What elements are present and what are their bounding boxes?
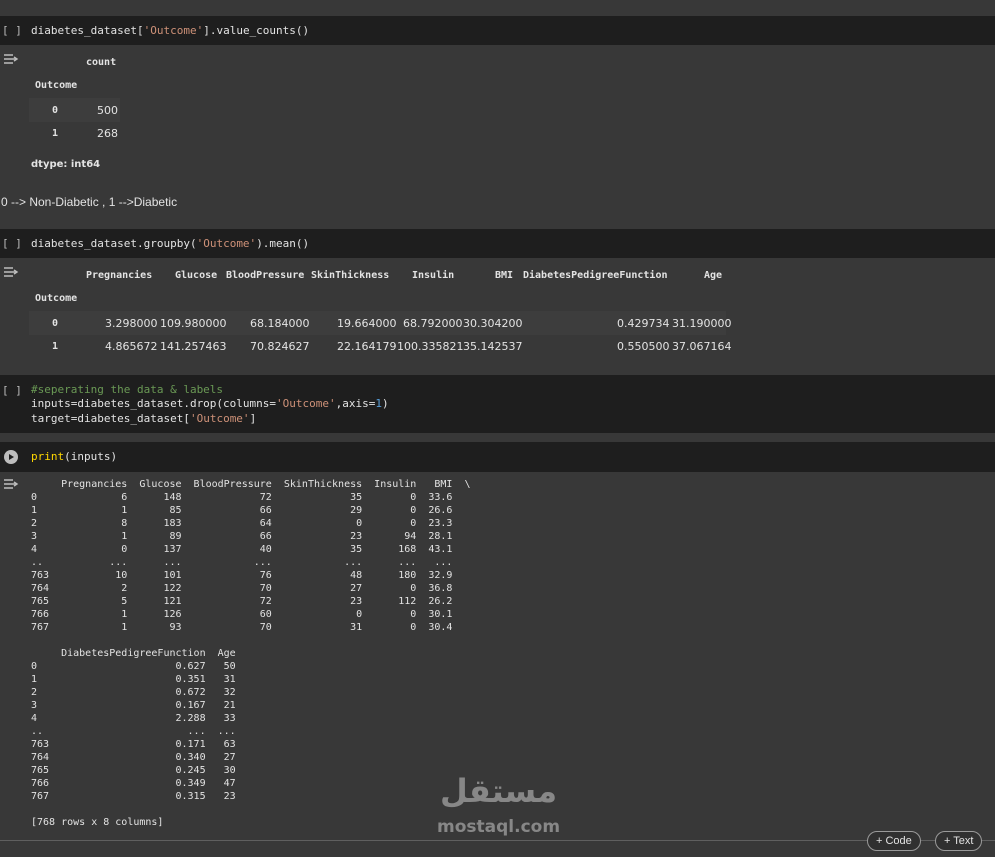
print-output-line: 0 0.627 50 xyxy=(31,661,236,672)
print-output-line: 0 6 148 72 35 0 33.6 xyxy=(31,492,453,503)
cell-4-source[interactable]: print(inputs) xyxy=(31,449,117,464)
table-row-value: 268 xyxy=(97,127,118,140)
cell-value: 70.824627 xyxy=(250,340,310,353)
print-output-line: 3 0.167 21 xyxy=(31,700,236,711)
print-output-line: 765 5 121 72 23 112 26.2 xyxy=(31,596,453,607)
run-button-cell-3[interactable]: [ ] xyxy=(2,384,22,397)
code-cell-2[interactable]: [ ] diabetes_dataset.groupby('Outcome').… xyxy=(0,229,995,258)
cell-value: 100.335821 xyxy=(397,340,464,353)
print-output-line: 763 0.171 63 xyxy=(31,739,236,750)
table-row-value: 500 xyxy=(97,104,118,117)
run-button-cell-2[interactable]: [ ] xyxy=(2,237,22,250)
cell-value: 4.865672 xyxy=(105,340,158,353)
cell-value: 35.142537 xyxy=(463,340,523,353)
code-cell-1[interactable]: [ ] diabetes_dataset['Outcome'].value_co… xyxy=(0,16,995,45)
cell-value: 68.184000 xyxy=(250,317,310,330)
cell-value: 0.550500 xyxy=(617,340,670,353)
code-cell-3[interactable]: [ ] #seperating the data & labels inputs… xyxy=(0,375,995,433)
print-output-line: .. ... ... ... ... ... ... xyxy=(31,557,453,568)
cell-value: 22.164179 xyxy=(337,340,397,353)
print-output-line: 1 1 85 66 29 0 26.6 xyxy=(31,505,453,516)
print-output-line: 767 1 93 70 31 0 30.4 xyxy=(31,622,453,633)
table-row-index: 1 xyxy=(52,128,59,139)
print-output-line: 2 8 183 64 0 0 23.3 xyxy=(31,518,453,529)
cell-value: 37.067164 xyxy=(672,340,732,353)
col-header-pregnancies: Pregnancies xyxy=(86,270,153,281)
bottom-divider xyxy=(0,840,995,841)
cell-3-line-2[interactable]: inputs=diabetes_dataset.drop(columns='Ou… xyxy=(31,396,389,411)
dtype-label: dtype: int64 xyxy=(31,159,101,170)
cell-value: 19.664000 xyxy=(337,317,397,330)
cell-1-source[interactable]: diabetes_dataset['Outcome'].value_counts… xyxy=(31,23,309,38)
cell-3-line-3[interactable]: target=diabetes_dataset['Outcome'] xyxy=(31,411,256,426)
col-header-bmi: BMI xyxy=(495,270,514,281)
print-output-line: 4 2.288 33 xyxy=(31,713,236,724)
row-index: 0 xyxy=(52,318,59,329)
print-output-line xyxy=(31,803,471,816)
output-toggle-icon[interactable] xyxy=(3,266,19,278)
add-code-button[interactable]: + Code xyxy=(867,831,921,851)
row-index: 1 xyxy=(52,341,59,352)
print-output-line: 4 0 137 40 35 168 43.1 xyxy=(31,544,453,555)
cell-value: 30.304200 xyxy=(463,317,523,330)
cell-2-source[interactable]: diabetes_dataset.groupby('Outcome').mean… xyxy=(31,236,309,251)
groupby-index-name: Outcome xyxy=(35,293,78,304)
value-counts-index-name: Outcome xyxy=(35,80,78,91)
add-text-button[interactable]: + Text xyxy=(935,831,983,851)
print-output-line: 767 0.315 23 xyxy=(31,791,236,802)
print-output-line: 763 10 101 76 48 180 32.9 xyxy=(31,570,453,581)
markdown-text[interactable]: 0 --> Non-Diabetic , 1 -->Diabetic xyxy=(1,195,177,209)
cell-value: 68.792000 xyxy=(403,317,463,330)
watermark-latin: mostaql.com xyxy=(437,817,561,837)
value-counts-col-header: count xyxy=(86,57,117,68)
print-output: Pregnancies Glucose BloodPressure SkinTh… xyxy=(31,478,471,829)
code-cell-4[interactable]: print(inputs) xyxy=(0,442,995,472)
col-header-bloodpressure: BloodPressure xyxy=(226,270,305,281)
cell-value: 31.190000 xyxy=(672,317,732,330)
output-toggle-icon[interactable] xyxy=(3,53,19,65)
watermark-arabic: مستقل xyxy=(440,772,558,810)
cell-value: 109.980000 xyxy=(160,317,227,330)
output-toggle-icon[interactable] xyxy=(3,478,19,490)
print-output-line xyxy=(31,634,471,647)
col-header-skinthickness: SkinThickness xyxy=(311,270,390,281)
print-output-line: 764 2 122 70 27 0 36.8 xyxy=(31,583,453,594)
col-header-glucose: Glucose xyxy=(175,270,218,281)
print-output-line: 765 0.245 30 xyxy=(31,765,236,776)
print-output-line: Pregnancies Glucose BloodPressure SkinTh… xyxy=(31,479,471,490)
print-output-line: 764 0.340 27 xyxy=(31,752,236,763)
run-button-cell-1[interactable]: [ ] xyxy=(2,24,22,37)
top-bar xyxy=(0,0,995,16)
print-output-line: DiabetesPedigreeFunction Age xyxy=(31,648,236,659)
print-output-line: 3 1 89 66 23 94 28.1 xyxy=(31,531,453,542)
print-output-line: 1 0.351 31 xyxy=(31,674,236,685)
table-row-index: 0 xyxy=(52,105,59,116)
cell-value: 3.298000 xyxy=(105,317,158,330)
print-output-line: [768 rows x 8 columns] xyxy=(31,817,164,828)
print-output-line: 766 1 126 60 0 0 30.1 xyxy=(31,609,453,620)
col-header-insulin: Insulin xyxy=(412,270,455,281)
cell-value: 141.257463 xyxy=(160,340,227,353)
print-output-line: .. ... ... xyxy=(31,726,236,737)
cell-value: 0.429734 xyxy=(617,317,670,330)
print-output-line: 2 0.672 32 xyxy=(31,687,236,698)
col-header-dpf: DiabetesPedigreeFunction xyxy=(523,270,668,281)
cell-3-comment[interactable]: #seperating the data & labels xyxy=(31,382,223,397)
print-output-line: 766 0.349 47 xyxy=(31,778,236,789)
run-cell-icon[interactable] xyxy=(4,450,18,464)
col-header-age: Age xyxy=(704,270,723,281)
